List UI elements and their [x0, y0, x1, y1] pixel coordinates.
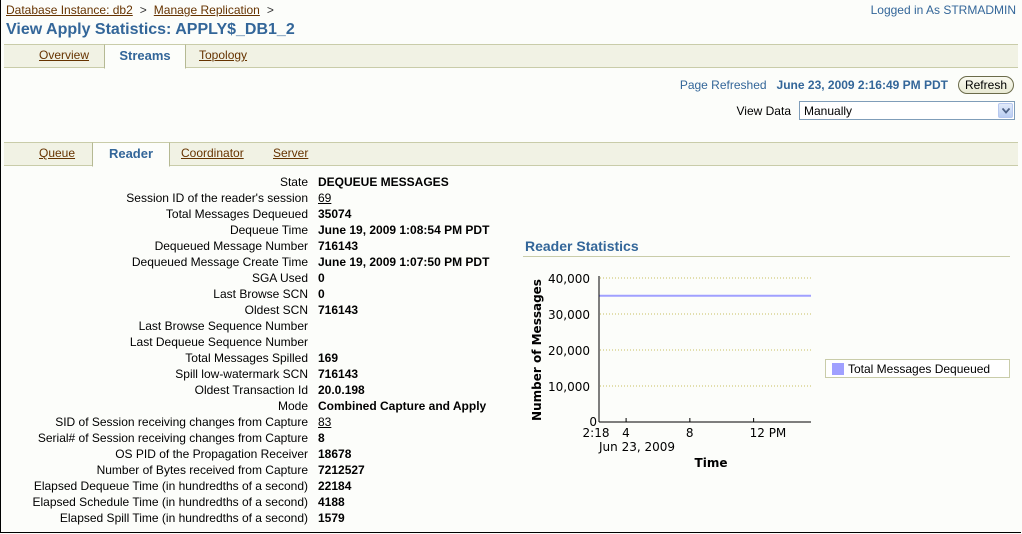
breadcrumb-separator: > [139, 3, 147, 17]
property-label: SID of Session receiving changes from Ca… [55, 415, 308, 429]
tab-reader[interactable]: Reader [92, 142, 170, 167]
property-row: Spill low-watermark SCN 716143 [0, 366, 520, 382]
page-refreshed-time: June 23, 2009 2:16:49 PM PDT [776, 78, 948, 92]
property-label: Dequeued Message Number [154, 239, 308, 253]
property-label: Last Dequeue Sequence Number [129, 335, 308, 349]
tab-server[interactable]: Server [273, 143, 308, 165]
refresh-row: Page Refreshed June 23, 2009 2:16:49 PM … [680, 76, 1014, 94]
property-value: 7212527 [318, 463, 365, 477]
section-divider [523, 256, 1010, 257]
property-row: Last Dequeue Sequence Number [0, 334, 520, 350]
property-value-link[interactable]: 69 [318, 191, 331, 205]
property-label: Last Browse SCN [213, 287, 308, 301]
property-label: Elapsed Schedule Time (in hundredths of … [32, 495, 308, 509]
property-label: Dequeued Message Create Time [131, 255, 308, 269]
property-row: Session ID of the reader's session 69 [0, 190, 520, 206]
reader-statistics-title: Reader Statistics [525, 238, 639, 254]
property-value: 18678 [318, 447, 352, 461]
property-label: Last Browse Sequence Number [138, 319, 308, 333]
tab-overview[interactable]: Overview [39, 45, 89, 67]
property-row: Last Browse Sequence Number [0, 318, 520, 334]
property-label: Total Messages Dequeued [165, 207, 308, 221]
tab-streams[interactable]: Streams [104, 44, 186, 69]
property-row: Last Browse SCN 0 [0, 286, 520, 302]
property-value: 0 [318, 287, 325, 301]
property-label: Total Messages Spilled [185, 351, 308, 365]
view-data-row: View Data Manually [737, 101, 1015, 120]
breadcrumb-manage-replication[interactable]: Manage Replication [154, 3, 260, 17]
property-value: 20.0.198 [318, 383, 365, 397]
property-label: Dequeue Time [229, 223, 308, 237]
property-label: Oldest Transaction Id [194, 383, 308, 397]
property-row: SGA Used 0 [0, 270, 520, 286]
property-value: 4188 [318, 495, 345, 509]
property-label: Serial# of Session receiving changes fro… [37, 431, 308, 445]
property-row: Dequeued Message Number 716143 [0, 238, 520, 254]
refresh-button[interactable]: Refresh [957, 76, 1014, 94]
property-label: Oldest SCN [244, 303, 308, 317]
property-value: June 19, 2009 1:07:50 PM PDT [318, 255, 490, 269]
property-label: Number of Bytes received from Capture [96, 463, 308, 477]
property-row: State DEQUEUE MESSAGES [0, 174, 520, 190]
view-data-selected: Manually [804, 104, 853, 118]
property-row: Dequeued Message Create Time June 19, 200… [0, 254, 520, 270]
property-value: Combined Capture and Apply [318, 399, 487, 413]
property-label: OS PID of the Propagation Receiver [115, 447, 308, 461]
property-label: Spill low-watermark SCN [175, 367, 308, 381]
legend-label: Total Messages Dequeued [848, 361, 991, 376]
page-title: View Apply Statistics: APPLY$_DB1_2 [6, 21, 295, 38]
reader-properties: State DEQUEUE MESSAGES Session ID of the r… [0, 174, 520, 526]
breadcrumb: Database Instance: db2 > Manage Replicatio… [6, 3, 281, 17]
property-row: Elapsed Schedule Time (in hundredths of … [0, 494, 520, 510]
breadcrumb-database-instance[interactable]: Database Instance: db2 [6, 3, 133, 17]
view-data-label: View Data [736, 103, 791, 118]
property-value: 716143 [318, 367, 359, 381]
property-label: Elapsed Dequeue Time (in hundredths of a… [33, 479, 308, 493]
property-value: 22184 [318, 479, 352, 493]
property-value: 716143 [318, 239, 359, 253]
property-row: Number of Bytes received from Capture 721… [0, 462, 520, 478]
property-value: 716143 [318, 303, 359, 317]
property-row: Serial# of Session receiving changes fro… [0, 430, 520, 446]
property-row: Mode Combined Capture and Apply [0, 398, 520, 414]
property-label: State [279, 175, 308, 189]
chevron-down-icon[interactable] [998, 103, 1013, 118]
property-value: June 19, 2009 1:08:54 PM PDT [318, 223, 490, 237]
property-value: DEQUEUE MESSAGES [318, 175, 449, 189]
property-row: Dequeue Time June 19, 2009 1:08:54 PM PDT [0, 222, 520, 238]
property-row: Total Messages Spilled 169 [0, 350, 520, 366]
legend-swatch [832, 362, 844, 375]
main-tab-bar: Overview Streams Topology [4, 44, 1018, 69]
tab-coordinator[interactable]: Coordinator [181, 143, 244, 165]
property-row: Elapsed Dequeue Time (in hundredths of a… [0, 478, 520, 494]
page-refreshed-label: Page Refreshed [679, 78, 767, 92]
chart-legend: Total Messages Dequeued [825, 359, 1010, 378]
property-value: 1579 [318, 511, 345, 525]
breadcrumb-separator: > [266, 3, 274, 17]
property-label: SGA Used [251, 271, 308, 285]
property-row: SID of Session receiving changes from Ca… [0, 414, 520, 430]
tab-queue[interactable]: Queue [39, 143, 75, 165]
property-value: 35074 [318, 207, 352, 221]
property-value: 8 [318, 431, 325, 445]
property-label: Session ID of the reader's session [126, 191, 308, 205]
property-row: Oldest SCN 716143 [0, 302, 520, 318]
sub-tab-bar: Queue Reader Coordinator Server [4, 142, 1018, 167]
view-data-select[interactable]: Manually [799, 101, 1015, 120]
property-row: OS PID of the Propagation Receiver 18678 [0, 446, 520, 462]
logged-in-user: Logged in As STRMADMIN [870, 3, 1016, 17]
tab-topology[interactable]: Topology [199, 45, 247, 67]
property-value: 169 [318, 351, 339, 365]
property-row: Total Messages Dequeued 35074 [0, 206, 520, 222]
property-label: Mode [277, 399, 308, 413]
property-row: Oldest Transaction Id 20.0.198 [0, 382, 520, 398]
property-value-link[interactable]: 83 [318, 415, 331, 429]
property-value: 0 [318, 271, 325, 285]
property-row: Elapsed Spill Time (in hundredths of a s… [0, 510, 520, 526]
property-label: Elapsed Spill Time (in hundredths of a s… [59, 511, 308, 525]
